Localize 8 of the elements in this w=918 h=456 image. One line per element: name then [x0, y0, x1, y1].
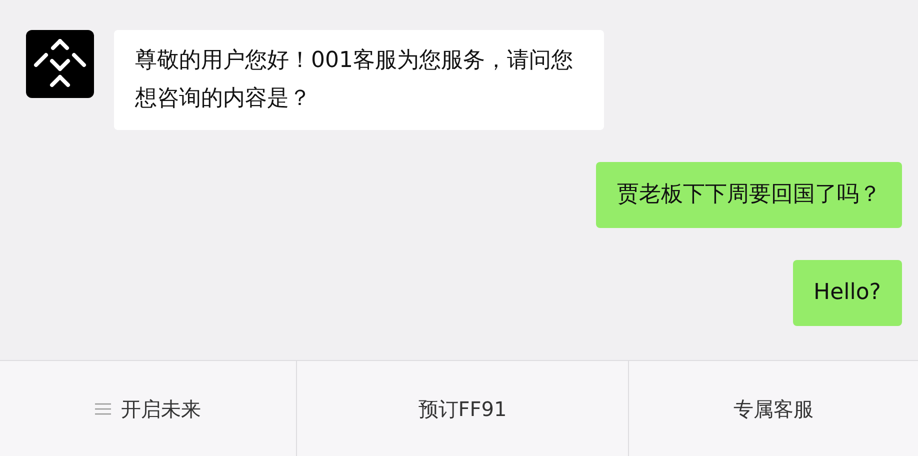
message-bubble: 贾老板下下周要回国了吗？: [596, 162, 902, 228]
logo-icon: [32, 39, 88, 89]
menu-tab[interactable]: 预订FF91: [296, 361, 628, 456]
message-bubble: 尊敬的用户您好！001客服为您服务，请问您想咨询的内容是？: [114, 30, 604, 130]
message-bubble: Hello?: [792, 260, 902, 326]
menu-tab[interactable]: 专属客服: [628, 361, 918, 456]
menu-icon: [95, 402, 111, 414]
menu-tab[interactable]: 开启未来: [0, 361, 296, 456]
